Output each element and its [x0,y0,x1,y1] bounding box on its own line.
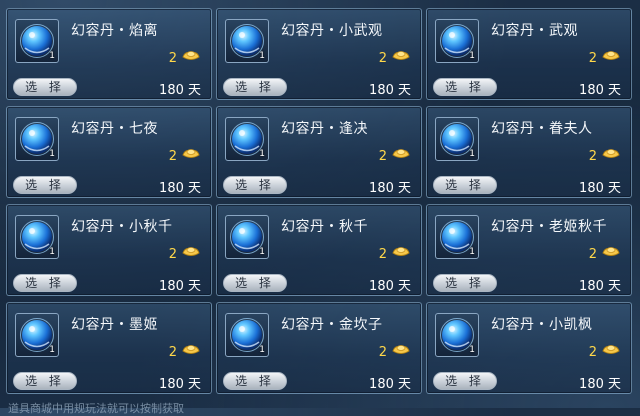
item-duration: 180 天 [579,83,621,98]
item-card: 1 幻容丹・眷夫人 2 选 择 180 天 [426,106,632,198]
item-name: 幻容丹・七夜 [71,121,158,137]
gold-ingot-icon [392,149,410,158]
blue-orb-icon[interactable]: 1 [435,19,479,63]
gold-ingot-icon [602,247,620,256]
item-quantity: 1 [469,247,475,257]
item-price: 2 [378,247,387,262]
item-quantity: 1 [259,345,265,355]
item-quantity: 1 [469,345,475,355]
select-button[interactable]: 选 择 [433,372,497,390]
item-duration: 180 天 [159,83,201,98]
gold-ingot-icon [392,51,410,60]
blue-orb-icon[interactable]: 1 [435,117,479,161]
footer-text: 道具商城中用规玩法就可以按制获取 [8,402,184,415]
item-name: 幻容丹・焰离 [71,23,158,39]
select-button[interactable]: 选 择 [433,176,497,194]
item-name: 幻容丹・逢决 [281,121,368,137]
item-price: 2 [378,345,387,360]
item-name: 幻容丹・小秋千 [71,219,173,235]
gold-ingot-icon [182,247,200,256]
item-card: 1 幻容丹・焰离 2 选 择 180 天 [6,8,212,100]
item-name: 幻容丹・金坎子 [281,317,383,333]
item-price: 2 [378,51,387,66]
item-quantity: 1 [49,149,55,159]
item-card: 1 幻容丹・小秋千 2 选 择 180 天 [6,204,212,296]
item-price: 2 [588,345,597,360]
blue-orb-icon[interactable]: 1 [225,117,269,161]
blue-orb-icon[interactable]: 1 [435,313,479,357]
item-price: 2 [168,247,177,262]
item-price: 2 [168,345,177,360]
item-duration: 180 天 [579,181,621,196]
item-price: 2 [588,149,597,164]
item-card: 1 幻容丹・武观 2 选 择 180 天 [426,8,632,100]
gold-ingot-icon [182,51,200,60]
item-card: 1 幻容丹・老姬秋千 2 选 择 180 天 [426,204,632,296]
select-button[interactable]: 选 择 [433,78,497,96]
item-duration: 180 天 [579,279,621,294]
select-button[interactable]: 选 择 [223,78,287,96]
item-quantity: 1 [469,149,475,159]
item-duration: 180 天 [579,377,621,392]
item-name: 幻容丹・秋千 [281,219,368,235]
item-card: 1 幻容丹・小凯枫 2 选 择 180 天 [426,302,632,394]
item-card: 1 幻容丹・逢决 2 选 择 180 天 [216,106,422,198]
blue-orb-icon[interactable]: 1 [15,215,59,259]
select-button[interactable]: 选 择 [223,274,287,292]
blue-orb-icon[interactable]: 1 [225,313,269,357]
item-duration: 180 天 [159,181,201,196]
gold-ingot-icon [182,345,200,354]
item-duration: 180 天 [369,279,411,294]
item-name: 幻容丹・老姬秋千 [491,219,607,235]
blue-orb-icon[interactable]: 1 [225,215,269,259]
item-name: 幻容丹・眷夫人 [491,121,593,137]
item-duration: 180 天 [369,181,411,196]
gold-ingot-icon [602,149,620,158]
gold-ingot-icon [392,247,410,256]
item-card: 1 幻容丹・秋千 2 选 择 180 天 [216,204,422,296]
item-duration: 180 天 [159,377,201,392]
blue-orb-icon[interactable]: 1 [15,313,59,357]
item-card: 1 幻容丹・小武观 2 选 择 180 天 [216,8,422,100]
blue-orb-icon[interactable]: 1 [15,19,59,63]
gold-ingot-icon [602,345,620,354]
select-button[interactable]: 选 择 [13,274,77,292]
item-quantity: 1 [49,345,55,355]
item-name: 幻容丹・小武观 [281,23,383,39]
item-duration: 180 天 [159,279,201,294]
blue-orb-icon[interactable]: 1 [435,215,479,259]
item-quantity: 1 [49,247,55,257]
item-quantity: 1 [259,149,265,159]
blue-orb-icon[interactable]: 1 [15,117,59,161]
gold-ingot-icon [182,149,200,158]
item-quantity: 1 [469,51,475,61]
item-name: 幻容丹・小凯枫 [491,317,593,333]
item-duration: 180 天 [369,377,411,392]
item-duration: 180 天 [369,83,411,98]
item-name: 幻容丹・墨姬 [71,317,158,333]
item-name: 幻容丹・武观 [491,23,578,39]
item-price: 2 [588,51,597,66]
item-grid: 1 幻容丹・焰离 2 选 择 180 天 1 幻容丹・小武观 2 选 择 180… [6,8,632,394]
item-card: 1 幻容丹・墨姬 2 选 择 180 天 [6,302,212,394]
item-card: 1 幻容丹・七夜 2 选 择 180 天 [6,106,212,198]
item-price: 2 [378,149,387,164]
gold-ingot-icon [392,345,410,354]
item-quantity: 1 [49,51,55,61]
item-quantity: 1 [259,247,265,257]
item-price: 2 [168,149,177,164]
select-button[interactable]: 选 择 [13,176,77,194]
item-quantity: 1 [259,51,265,61]
gold-ingot-icon [602,51,620,60]
select-button[interactable]: 选 择 [13,372,77,390]
blue-orb-icon[interactable]: 1 [225,19,269,63]
select-button[interactable]: 选 择 [223,372,287,390]
item-price: 2 [588,247,597,262]
select-button[interactable]: 选 择 [13,78,77,96]
select-button[interactable]: 选 择 [433,274,497,292]
select-button[interactable]: 选 择 [223,176,287,194]
item-price: 2 [168,51,177,66]
item-card: 1 幻容丹・金坎子 2 选 择 180 天 [216,302,422,394]
